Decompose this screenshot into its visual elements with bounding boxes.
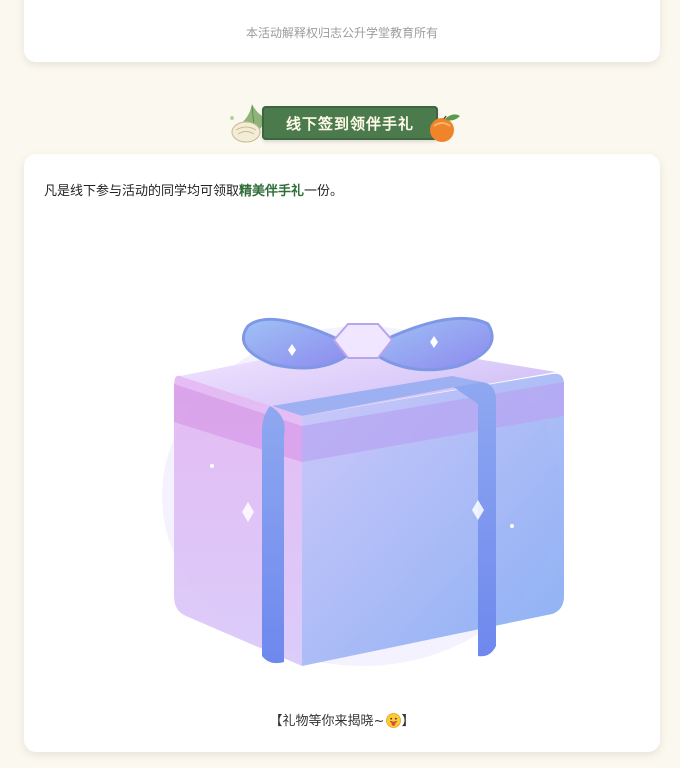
gift-card: 凡是线下参与活动的同学均可领取精美伴手礼一份。 【礼物等你来揭晓~ 】 [24,154,660,752]
orange-fruit-icon [430,114,460,142]
banner-title: 线下签到领伴手礼 [285,115,414,133]
caption-open: 【礼物等你来揭晓~ [269,714,385,729]
gift-box-image [162,316,564,666]
intro-text: 凡是线下参与活动的同学均可领取精美伴手礼一份。 [44,180,343,199]
intro-prefix: 凡是线下参与活动的同学均可领取 [44,184,240,199]
section-banner: 线下签到领伴手礼 [222,98,462,150]
intro-highlight: 精美伴手礼 [239,184,305,199]
caption-text: 【礼物等你来揭晓~ 】 [24,710,660,729]
intro-suffix: 一份。 [304,184,344,199]
caption-close: 】 [401,714,415,729]
top-card: 本活动解释权归志公升学堂教育所有 [24,0,660,62]
banner-plate: 线下签到领伴手礼 [262,106,438,140]
copyright-text: 本活动解释权归志公升学堂教育所有 [245,26,438,40]
tongue-out-emoji-icon [386,713,402,728]
